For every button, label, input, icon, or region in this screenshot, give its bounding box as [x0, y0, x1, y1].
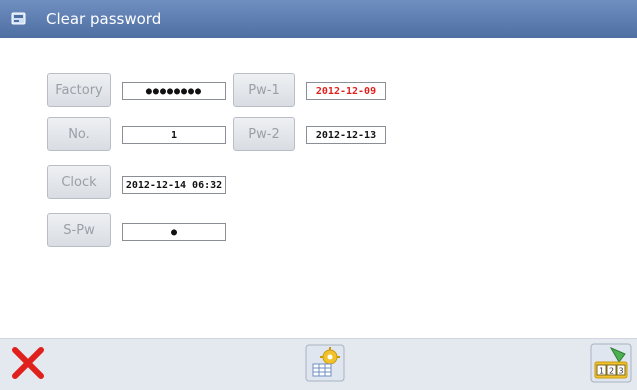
svg-text:3: 3 — [618, 367, 623, 376]
svg-text:1: 1 — [599, 367, 604, 376]
settings-button[interactable] — [302, 343, 348, 387]
pw1-date-field[interactable]: 2012-12-09 — [306, 82, 386, 100]
pw2-date-field[interactable]: 2012-12-13 — [306, 126, 386, 144]
pw1-button[interactable]: Pw-1 — [233, 73, 295, 107]
keypad-123-icon: 1 2 3 — [589, 342, 633, 388]
card-icon — [10, 10, 28, 28]
bottom-toolbar: 1 2 3 — [0, 338, 637, 390]
s-pw-field[interactable]: ● — [122, 223, 226, 241]
cancel-button[interactable] — [8, 345, 48, 385]
keypad-button[interactable]: 1 2 3 — [588, 343, 634, 387]
red-x-icon — [10, 345, 46, 385]
factory-password-field[interactable]: ●●●●●●●● — [122, 82, 226, 100]
svg-text:2: 2 — [609, 367, 614, 376]
pw2-button[interactable]: Pw-2 — [233, 117, 295, 151]
content-area: Factory ●●●●●●●● Pw-1 2012-12-09 No. 1 P… — [0, 38, 637, 338]
s-pw-button[interactable]: S-Pw — [47, 213, 111, 247]
clock-button[interactable]: Clock — [47, 165, 111, 199]
title-bar: Clear password — [0, 0, 637, 38]
gear-table-icon — [303, 342, 347, 388]
clock-field[interactable]: 2012-12-14 06:32 — [122, 176, 226, 194]
factory-button[interactable]: Factory — [47, 73, 111, 107]
number-button[interactable]: No. — [47, 117, 111, 151]
window-title: Clear password — [46, 10, 162, 28]
number-field[interactable]: 1 — [122, 126, 226, 144]
